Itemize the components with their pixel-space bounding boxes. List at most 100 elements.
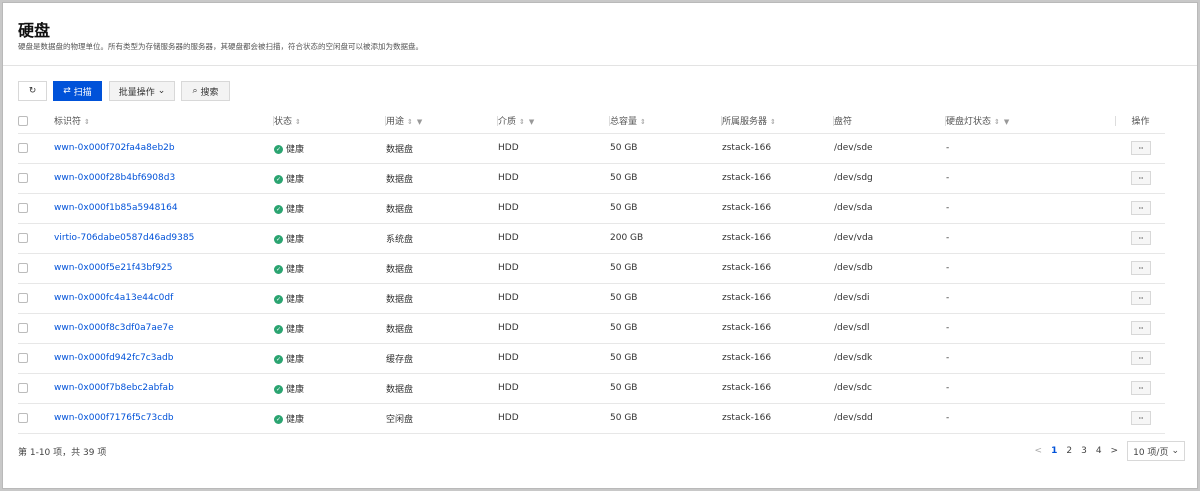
disk-identifier-link[interactable]: wwn-0x000f7b8ebc2abfab (54, 383, 174, 393)
column-header-light-status[interactable]: 硬盘灯状态 ⇕ ▼ (946, 109, 1116, 134)
filter-icon[interactable]: ▼ (417, 118, 422, 126)
row-checkbox[interactable] (18, 172, 28, 183)
select-all-checkbox[interactable] (18, 115, 28, 126)
sort-icon[interactable]: ⇕ (519, 118, 525, 126)
page-size-select[interactable]: 10 项/页 ⌄ (1127, 441, 1185, 461)
batch-actions-label: 批量操作 (118, 87, 155, 98)
more-actions-button[interactable]: ··· (1130, 261, 1151, 275)
page-button-4[interactable]: 4 (1096, 446, 1102, 456)
more-actions-button[interactable]: ··· (1130, 351, 1151, 365)
disk-identifier-link[interactable]: wwn-0x000f8c3df0a7ae7e (54, 323, 174, 333)
usage-cell: 数据盘 (386, 163, 498, 194)
usage-cell: 系统盘 (386, 223, 498, 254)
table-row: wwn-0x000f7176f5c73cdb ✓ 健康 空闲盘 HDD 50 GB… (18, 403, 1165, 434)
prev-page-icon[interactable]: < (1035, 446, 1043, 456)
light-status-cell: - (946, 223, 1116, 254)
column-header-server[interactable]: 所属服务器 ⇕ (722, 109, 834, 134)
chevron-down-icon: ⌄ (1171, 446, 1179, 456)
capacity-cell: 50 GB (610, 283, 722, 314)
page-button-3[interactable]: 3 (1081, 446, 1087, 456)
usage-cell: 数据盘 (386, 253, 498, 284)
disk-identifier-link[interactable]: wwn-0x000fc4a13e44c0df (54, 293, 173, 303)
refresh-button[interactable]: ↻ (18, 81, 47, 101)
scan-button[interactable]: ⇄ 扫描 (53, 81, 102, 101)
more-actions-button[interactable]: ··· (1130, 201, 1151, 215)
sort-icon[interactable]: ⇕ (407, 118, 413, 126)
media-cell: HDD (498, 313, 610, 344)
capacity-cell: 50 GB (610, 343, 722, 374)
row-checkbox[interactable] (18, 232, 28, 243)
table-row: wwn-0x000f8c3df0a7ae7e ✓ 健康 数据盘 HDD 50 GB… (18, 313, 1165, 344)
more-actions-button[interactable]: ··· (1130, 411, 1151, 425)
light-status-cell: - (946, 193, 1116, 224)
more-actions-button[interactable]: ··· (1130, 141, 1151, 155)
healthy-icon: ✓ (274, 384, 283, 394)
more-actions-button[interactable]: ··· (1130, 381, 1151, 395)
row-checkbox[interactable] (18, 412, 28, 423)
column-header-usage[interactable]: 用途 ⇕ ▼ (386, 109, 498, 134)
column-header-capacity[interactable]: 总容量 ⇕ (610, 109, 722, 134)
column-header-media[interactable]: 介质 ⇕ ▼ (498, 109, 610, 134)
batch-actions-button[interactable]: 批量操作 ⌄ (109, 81, 175, 101)
sort-icon[interactable]: ⇕ (84, 118, 90, 126)
status-text: 健康 (286, 414, 305, 425)
media-cell: HDD (498, 223, 610, 254)
server-cell: zstack-166 (722, 343, 834, 374)
drive-cell: /dev/sdd (834, 403, 946, 434)
scan-icon: ⇄ (63, 86, 71, 96)
search-button[interactable]: ⌕ 搜索 (181, 81, 230, 101)
more-actions-button[interactable]: ··· (1130, 321, 1151, 335)
sort-icon[interactable]: ⇕ (640, 118, 646, 126)
filter-icon[interactable]: ▼ (529, 118, 534, 126)
more-actions-button[interactable]: ··· (1130, 231, 1151, 245)
status-text: 健康 (286, 324, 305, 335)
filter-icon[interactable]: ▼ (1004, 118, 1009, 126)
disk-identifier-link[interactable]: wwn-0x000f702fa4a8eb2b (54, 143, 175, 153)
column-header-status[interactable]: 状态 ⇕ (274, 109, 386, 134)
capacity-cell: 50 GB (610, 163, 722, 194)
media-cell: HDD (498, 133, 610, 164)
disk-identifier-link[interactable]: virtio-706dabe0587d46ad9385 (54, 233, 194, 243)
more-actions-button[interactable]: ··· (1130, 171, 1151, 185)
media-cell: HDD (498, 403, 610, 434)
more-actions-button[interactable]: ··· (1130, 291, 1151, 305)
healthy-icon: ✓ (274, 324, 283, 334)
page-button-1[interactable]: 1 (1051, 446, 1057, 456)
table-row: virtio-706dabe0587d46ad9385 ✓ 健康 系统盘 HDD … (18, 223, 1165, 254)
pagination-total: 第 1-10 项，共 39 项 (18, 448, 107, 458)
row-checkbox[interactable] (18, 202, 28, 213)
server-cell: zstack-166 (722, 313, 834, 344)
usage-cell: 数据盘 (386, 313, 498, 344)
server-cell: zstack-166 (722, 163, 834, 194)
media-cell: HDD (498, 373, 610, 404)
sort-icon[interactable]: ⇕ (295, 118, 301, 126)
sort-icon[interactable]: ⇕ (994, 118, 1000, 126)
disk-identifier-link[interactable]: wwn-0x000fd942fc7c3adb (54, 353, 173, 363)
next-page-icon[interactable]: > (1111, 446, 1119, 456)
row-checkbox[interactable] (18, 322, 28, 333)
page-button-2[interactable]: 2 (1066, 446, 1072, 456)
drive-cell: /dev/sdi (834, 283, 946, 314)
page-title: 硬盘 (18, 21, 51, 40)
row-checkbox[interactable] (18, 352, 28, 363)
media-cell: HDD (498, 253, 610, 284)
healthy-icon: ✓ (274, 414, 283, 424)
disk-identifier-link[interactable]: wwn-0x000f7176f5c73cdb (54, 413, 174, 423)
column-header-drive: 盘符 (834, 109, 946, 134)
drive-cell: /dev/sdg (834, 163, 946, 194)
status-text: 健康 (286, 144, 305, 155)
disk-identifier-link[interactable]: wwn-0x000f28b4bf6908d3 (54, 173, 175, 183)
row-checkbox[interactable] (18, 142, 28, 153)
row-checkbox[interactable] (18, 382, 28, 393)
sort-icon[interactable]: ⇕ (770, 118, 776, 126)
usage-cell: 数据盘 (386, 193, 498, 224)
light-status-cell: - (946, 253, 1116, 284)
drive-cell: /dev/sdl (834, 313, 946, 344)
row-checkbox[interactable] (18, 292, 28, 303)
disk-identifier-link[interactable]: wwn-0x000f5e21f43bf925 (54, 263, 172, 273)
column-header-actions: 操作 (1116, 109, 1165, 134)
column-header-identifier[interactable]: 标识符 ⇕ (54, 109, 274, 134)
row-checkbox[interactable] (18, 262, 28, 273)
disk-identifier-link[interactable]: wwn-0x000f1b85a5948164 (54, 203, 178, 213)
server-cell: zstack-166 (722, 223, 834, 254)
